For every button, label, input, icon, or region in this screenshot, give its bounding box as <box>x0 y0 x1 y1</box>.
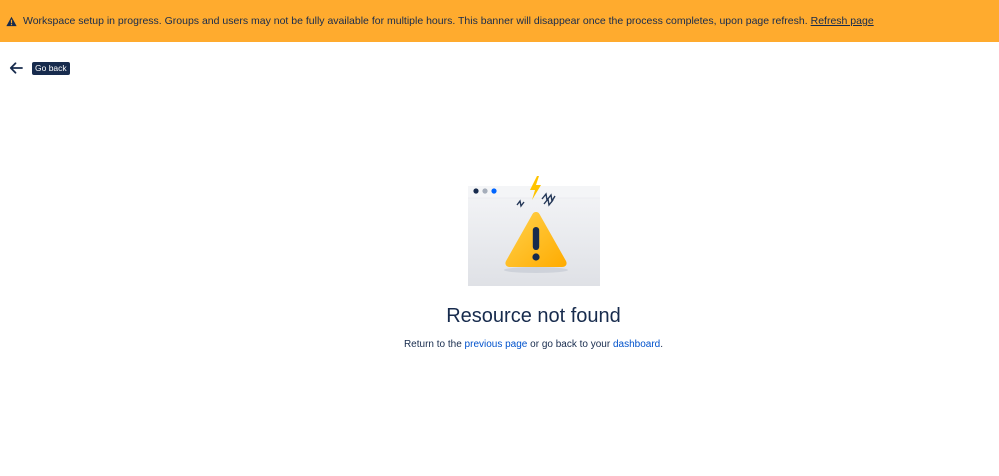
desc-prefix: Return to the <box>403 339 462 350</box>
previous-page-link[interactable]: previous page <box>465 339 528 350</box>
setup-progress-banner: Workspace setup in progress. Groups and … <box>0 0 999 42</box>
banner-message: Workspace setup in progress. Groups and … <box>23 15 808 27</box>
desc-suffix: . <box>660 339 664 350</box>
back-arrow-icon[interactable] <box>8 60 24 76</box>
desc-middle: or go back to your <box>530 339 611 350</box>
page-title: Resource not found <box>446 305 621 327</box>
dashboard-link[interactable]: dashboard <box>613 339 660 350</box>
go-back-tooltip: Go back <box>32 62 70 75</box>
warning-illustration <box>466 172 602 288</box>
refresh-page-link[interactable]: Refresh page <box>811 15 874 27</box>
warning-icon <box>6 16 17 27</box>
error-description: Return to the previous page or go back t… <box>0 339 999 350</box>
